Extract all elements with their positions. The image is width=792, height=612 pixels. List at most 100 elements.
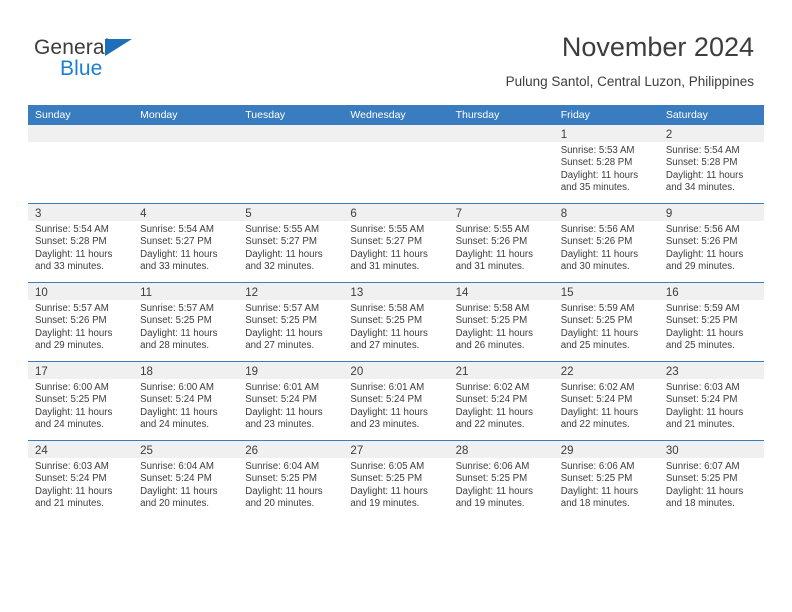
day-sun-info: Sunrise: 6:03 AM Sunset: 5:24 PM Daylight:…: [659, 379, 764, 432]
day-sun-info: Sunrise: 5:58 AM Sunset: 5:25 PM Daylight:…: [343, 300, 448, 353]
day-cell-inner: 11 Sunrise: 5:57 AM Sunset: 5:25 PM Dayligh…: [133, 283, 239, 361]
day-number-band: 25: [133, 441, 239, 458]
day-number-band: 20: [343, 362, 449, 379]
day-number: 10: [35, 287, 48, 299]
calendar-day-cell[interactable]: 20 Sunrise: 6:01 AM Sunset: 5:24 PM Dayligh…: [343, 361, 449, 441]
day-cell-inner: 24 Sunrise: 6:03 AM Sunset: 5:24 PM Dayligh…: [28, 441, 134, 519]
brand-name-general: General: [34, 36, 110, 59]
sunset-text: Sunset: 5:25 PM: [455, 315, 528, 327]
day-cell-inner: 13 Sunrise: 5:58 AM Sunset: 5:25 PM Dayligh…: [343, 283, 449, 361]
calendar-day-cell[interactable]: 27 Sunrise: 6:05 AM Sunset: 5:25 PM Dayligh…: [343, 440, 449, 519]
day-sun-info: Sunrise: 5:54 AM Sunset: 5:28 PM Daylight:…: [659, 142, 764, 195]
sunset-text: Sunset: 5:27 PM: [140, 236, 212, 248]
calendar-day-cell-empty: [28, 125, 134, 204]
day-number-band: 14: [448, 283, 554, 300]
calendar-day-cell[interactable]: 18 Sunrise: 6:00 AM Sunset: 5:24 PM Dayligh…: [133, 361, 239, 441]
day-number-band: 5: [238, 204, 344, 221]
day-sun-info: Sunrise: 6:01 AM Sunset: 5:24 PM Daylight:…: [238, 379, 343, 432]
calendar-day-cell[interactable]: 19 Sunrise: 6:01 AM Sunset: 5:24 PM Dayligh…: [238, 361, 344, 441]
day-sun-info: Sunrise: 5:56 AM Sunset: 5:26 PM Daylight:…: [659, 221, 764, 274]
day-cell-inner: 14 Sunrise: 5:58 AM Sunset: 5:25 PM Dayligh…: [448, 283, 554, 361]
day-number-band: 18: [133, 362, 239, 379]
calendar-day-cell[interactable]: 16 Sunrise: 5:59 AM Sunset: 5:25 PM Dayligh…: [658, 282, 764, 362]
day-number-band: 21: [448, 362, 554, 379]
calendar-day-cell[interactable]: 30 Sunrise: 6:07 AM Sunset: 5:25 PM Dayligh…: [658, 440, 764, 519]
calendar-day-cell[interactable]: 29 Sunrise: 6:06 AM Sunset: 5:25 PM Dayligh…: [553, 440, 659, 519]
calendar-day-cell[interactable]: 7 Sunrise: 5:55 AM Sunset: 5:26 PM Daylight…: [448, 203, 554, 283]
calendar-day-cell[interactable]: 4 Sunrise: 5:54 AM Sunset: 5:27 PM Daylight…: [133, 203, 239, 283]
day-number-band: 15: [553, 283, 659, 300]
daylight-text: Daylight: 11 hours and 18 minutes.: [560, 485, 639, 510]
day-number: 7: [455, 208, 462, 220]
sunset-text: Sunset: 5:24 PM: [560, 394, 633, 406]
calendar-day-cell[interactable]: 9 Sunrise: 5:56 AM Sunset: 5:26 PM Daylight…: [658, 203, 764, 283]
day-number: 29: [560, 445, 574, 457]
calendar-day-cell[interactable]: 11 Sunrise: 5:57 AM Sunset: 5:25 PM Dayligh…: [133, 282, 239, 362]
sunrise-text: Sunrise: 6:03 AM: [665, 382, 740, 393]
day-sun-info: Sunrise: 5:56 AM Sunset: 5:26 PM Daylight:…: [554, 221, 659, 274]
calendar-day-cell-empty: [238, 125, 344, 204]
sunrise-text: Sunrise: 5:54 AM: [35, 224, 109, 235]
calendar-day-cell[interactable]: 25 Sunrise: 6:04 AM Sunset: 5:24 PM Dayligh…: [133, 440, 239, 519]
calendar-day-cell[interactable]: 10 Sunrise: 5:57 AM Sunset: 5:26 PM Dayligh…: [28, 282, 134, 362]
day-sun-info: Sunrise: 5:59 AM Sunset: 5:25 PM Daylight:…: [554, 300, 659, 353]
day-number-band: 7: [448, 204, 554, 221]
day-number: 14: [455, 287, 469, 299]
calendar-week-row: 17 Sunrise: 6:00 AM Sunset: 5:25 PM Dayligh…: [28, 361, 764, 441]
calendar-day-cell[interactable]: 6 Sunrise: 5:55 AM Sunset: 5:27 PM Daylight…: [343, 203, 449, 283]
day-cell-inner: 21 Sunrise: 6:02 AM Sunset: 5:24 PM Dayligh…: [448, 362, 554, 440]
daylight-text: Daylight: 11 hours and 33 minutes.: [140, 248, 218, 273]
calendar-day-cell[interactable]: 12 Sunrise: 5:57 AM Sunset: 5:25 PM Dayligh…: [238, 282, 344, 362]
day-number-band: 30: [658, 441, 764, 458]
daylight-text: Daylight: 11 hours and 31 minutes.: [350, 248, 428, 273]
day-sun-info: Sunrise: 5:55 AM Sunset: 5:27 PM Daylight:…: [238, 221, 343, 274]
day-number: 1: [560, 129, 568, 141]
calendar-day-cell[interactable]: 14 Sunrise: 5:58 AM Sunset: 5:25 PM Dayligh…: [448, 282, 554, 362]
day-number: 23: [665, 366, 679, 378]
sunrise-text: Sunrise: 5:54 AM: [140, 224, 214, 235]
calendar-day-cell[interactable]: 15 Sunrise: 5:59 AM Sunset: 5:25 PM Dayligh…: [553, 282, 659, 362]
brand-logo[interactable]: General Blue: [34, 36, 164, 82]
weekday-header-tuesday: Tuesday: [238, 105, 344, 125]
calendar-day-cell[interactable]: 1 Sunrise: 5:53 AM Sunset: 5:28 PM Daylight…: [553, 125, 659, 204]
weekday-header-saturday: Saturday: [658, 105, 764, 125]
calendar-body: 1 Sunrise: 5:53 AM Sunset: 5:28 PM Daylight…: [28, 125, 764, 519]
day-number: 8: [560, 208, 568, 220]
sunset-text: Sunset: 5:28 PM: [35, 236, 107, 248]
daylight-text: Daylight: 11 hours and 26 minutes.: [455, 327, 533, 352]
calendar-day-cell[interactable]: 3 Sunrise: 5:54 AM Sunset: 5:28 PM Daylight…: [28, 203, 134, 283]
sunrise-text: Sunrise: 6:04 AM: [140, 461, 214, 472]
sunset-text: Sunset: 5:27 PM: [245, 236, 317, 248]
day-cell-inner: 19 Sunrise: 6:01 AM Sunset: 5:24 PM Dayligh…: [238, 362, 344, 440]
calendar-day-cell[interactable]: 26 Sunrise: 6:04 AM Sunset: 5:25 PM Dayligh…: [238, 440, 344, 519]
day-sun-info: Sunrise: 6:05 AM Sunset: 5:25 PM Daylight:…: [343, 458, 448, 511]
day-sun-info: Sunrise: 5:53 AM Sunset: 5:28 PM Daylight:…: [554, 142, 659, 195]
daylight-text: Daylight: 11 hours and 28 minutes.: [140, 327, 218, 352]
day-cell-inner: 18 Sunrise: 6:00 AM Sunset: 5:24 PM Dayligh…: [133, 362, 239, 440]
calendar-day-cell[interactable]: 28 Sunrise: 6:06 AM Sunset: 5:25 PM Dayligh…: [448, 440, 554, 519]
sunset-text: Sunset: 5:24 PM: [35, 473, 107, 485]
calendar-day-cell[interactable]: 21 Sunrise: 6:02 AM Sunset: 5:24 PM Dayligh…: [448, 361, 554, 441]
daylight-text: Daylight: 11 hours and 29 minutes.: [35, 327, 113, 352]
calendar-week-row: 24 Sunrise: 6:03 AM Sunset: 5:24 PM Dayligh…: [28, 440, 764, 519]
day-cell-inner: 30 Sunrise: 6:07 AM Sunset: 5:25 PM Dayligh…: [658, 441, 764, 519]
calendar-day-cell[interactable]: 13 Sunrise: 5:58 AM Sunset: 5:25 PM Dayligh…: [343, 282, 449, 362]
day-number-band: 17: [28, 362, 134, 379]
day-number-band: [133, 125, 239, 142]
calendar-day-cell[interactable]: 8 Sunrise: 5:56 AM Sunset: 5:26 PM Daylight…: [553, 203, 659, 283]
day-number: 16: [665, 287, 679, 299]
calendar-page: General Blue November 2024 Pulung Santol…: [0, 0, 792, 612]
calendar-day-cell[interactable]: 22 Sunrise: 6:02 AM Sunset: 5:24 PM Dayligh…: [553, 361, 659, 441]
sunrise-text: Sunrise: 5:58 AM: [455, 303, 530, 314]
calendar-day-cell[interactable]: 17 Sunrise: 6:00 AM Sunset: 5:25 PM Dayligh…: [28, 361, 134, 441]
calendar-day-cell[interactable]: 24 Sunrise: 6:03 AM Sunset: 5:24 PM Dayligh…: [28, 440, 134, 519]
sunrise-text: Sunrise: 5:55 AM: [245, 224, 320, 235]
calendar-day-cell[interactable]: 5 Sunrise: 5:55 AM Sunset: 5:27 PM Daylight…: [238, 203, 344, 283]
sunrise-text: Sunrise: 6:03 AM: [35, 461, 109, 472]
calendar-day-cell[interactable]: 23 Sunrise: 6:03 AM Sunset: 5:24 PM Dayligh…: [658, 361, 764, 441]
sunset-text: Sunset: 5:28 PM: [665, 157, 738, 169]
weekday-header-row: Sunday Monday Tuesday Wednesday Thursday…: [28, 105, 764, 125]
calendar-week-row: 1 Sunrise: 5:53 AM Sunset: 5:28 PM Daylight…: [28, 125, 764, 204]
day-number-band: 11: [133, 283, 239, 300]
calendar-day-cell[interactable]: 2 Sunrise: 5:54 AM Sunset: 5:28 PM Daylight…: [658, 125, 764, 204]
